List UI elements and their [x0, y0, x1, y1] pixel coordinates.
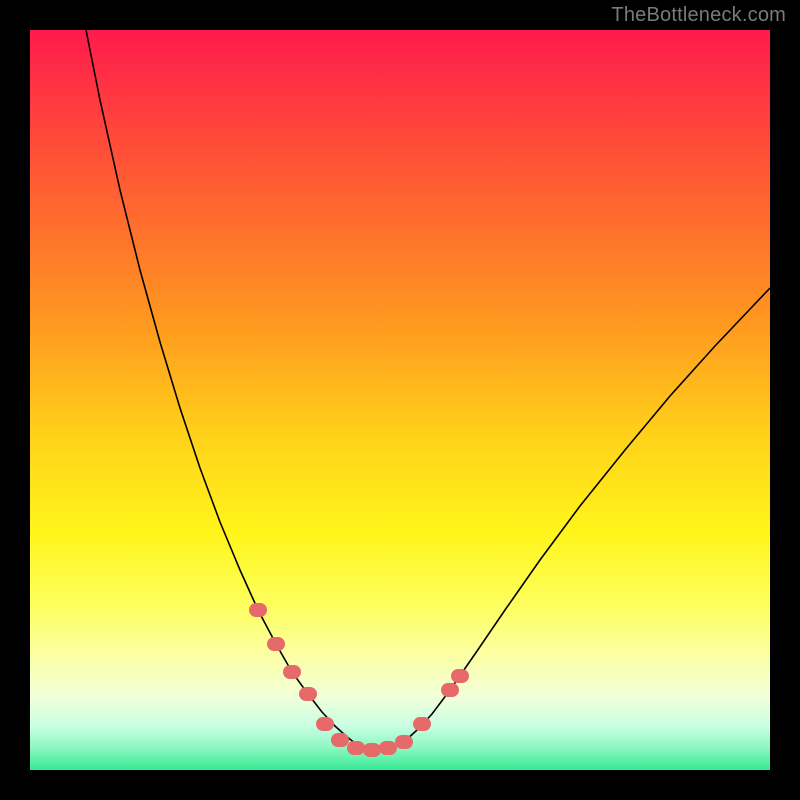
chart-svg: [30, 30, 770, 770]
bottleneck-curve: [86, 30, 770, 750]
highlight-nodes: [256, 610, 462, 750]
watermark-text: TheBottleneck.com: [611, 4, 786, 27]
chart-frame: TheBottleneck.com: [0, 0, 800, 800]
plot-area: [30, 30, 770, 770]
